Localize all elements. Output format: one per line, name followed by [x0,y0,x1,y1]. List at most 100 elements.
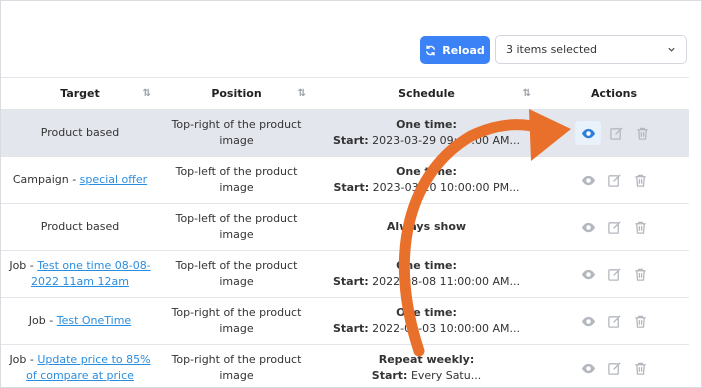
header-actions-label: Actions [591,87,637,100]
sort-icon[interactable]: ⇅ [143,88,151,99]
view-icon[interactable] [577,216,599,238]
sort-icon[interactable]: ⇅ [298,88,306,99]
schedule-start: Start: 2022-08-03 10:00:00 AM... [322,321,531,337]
table-row: Job - Test OneTime Top-right of the prod… [1,297,689,345]
target-cell: Product based [1,109,159,157]
view-icon[interactable] [575,121,601,145]
selection-dropdown[interactable]: 3 items selected [495,35,687,64]
trash-icon[interactable] [629,169,651,191]
view-icon[interactable] [577,357,599,379]
position-cell: Top-left of the product image [159,250,314,298]
schedule-title: One time: [396,165,457,178]
refresh-icon [426,44,436,56]
header-position-label: Position [211,87,262,100]
target-text: Job - [9,353,38,366]
actions-cell [539,344,689,387]
target-cell: Job - Update price to 85% of compare at … [1,344,159,387]
header-actions: Actions [539,77,689,110]
position-cell: Top-left of the product image [159,156,314,204]
target-text: Job - [28,314,57,327]
target-link[interactable]: Update price to 85% of compare at price [26,353,150,382]
table-row: Job - Update price to 85% of compare at … [1,344,689,387]
app-frame: Reload 3 items selected Target ⇅ Position… [0,0,702,388]
table-header-row: Target ⇅ Position ⇅ Schedule ⇅ Actions [1,77,689,110]
position-text: Top-left of the product image [175,165,298,194]
edit-icon[interactable] [603,310,625,332]
table-row: Campaign - special offer Top-left of the… [1,156,689,204]
edit-icon[interactable] [605,122,627,144]
header-target-label: Target [60,87,100,100]
schedule-title: One time: [396,118,457,131]
schedule-start-label: Start: [333,181,370,194]
schedule-start-value: 2023-03-10 10:00:00 PM... [369,181,520,194]
actions-cell [539,109,689,157]
view-icon[interactable] [577,310,599,332]
edit-icon[interactable] [603,169,625,191]
position-text: Top-right of the product image [171,353,302,382]
schedule-start-value: 2022-08-03 10:00:00 AM... [368,322,520,335]
trash-icon[interactable] [629,263,651,285]
position-text: Top-right of the product image [171,118,302,147]
target-text: Campaign - [12,173,80,186]
target-text: Product based [40,220,120,233]
target-link[interactable]: special offer [80,173,147,186]
position-cell: Top-right of the product image [159,344,314,387]
target-cell: Job - Test OneTime [1,297,159,345]
edit-icon[interactable] [603,263,625,285]
actions-cell [539,250,689,298]
target-cell: Job - Test one time 08-08-2022 11am 12am [1,250,159,298]
schedule-start: Start: 2023-03-29 09:47:00 AM... [322,133,531,149]
target-link[interactable]: Test one time 08-08-2022 11am 12am [31,259,151,288]
schedule-start-label: Start: [332,322,369,335]
trash-icon[interactable] [629,216,651,238]
schedule-cell: One time: Start: 2023-03-10 10:00:00 PM..… [314,156,539,204]
position-cell: Top-right of the product image [159,297,314,345]
header-position[interactable]: Position ⇅ [159,77,314,110]
target-text: Product based [40,126,120,139]
schedule-title: One time: [396,259,457,272]
edit-icon[interactable] [603,357,625,379]
view-icon[interactable] [577,263,599,285]
selection-label: 3 items selected [506,43,598,56]
schedule-title: One time: [396,306,457,319]
actions-cell [539,156,689,204]
schedule-cell: Always show [314,203,539,251]
position-text: Top-right of the product image [171,306,302,335]
reload-label: Reload [442,43,485,57]
reload-button[interactable]: Reload [420,36,490,64]
header-target[interactable]: Target ⇅ [1,77,159,110]
edit-icon[interactable] [603,216,625,238]
header-schedule-label: Schedule [398,87,455,100]
schedule-cell: One time: Start: 2022-08-08 11:00:00 AM..… [314,250,539,298]
labels-table: Target ⇅ Position ⇅ Schedule ⇅ Actions Prod… [1,77,689,387]
schedule-start-label: Start: [332,275,369,288]
position-cell: Top-left of the product image [159,203,314,251]
trash-icon[interactable] [631,122,653,144]
position-cell: Top-right of the product image [159,109,314,157]
schedule-start: Start: 2022-08-08 11:00:00 AM... [322,274,531,290]
table-row: Product based Top-right of the product i… [1,109,689,157]
target-link[interactable]: Test OneTime [57,314,131,327]
schedule-start-value: 2022-08-08 11:00:00 AM... [368,275,520,288]
view-icon[interactable] [577,169,599,191]
schedule-start-value: 2023-03-29 09:47:00 AM... [368,134,520,147]
schedule-start: Start: 2023-03-10 10:00:00 PM... [322,180,531,196]
target-cell: Campaign - special offer [1,156,159,204]
toolbar: Reload 3 items selected [1,1,701,77]
actions-cell [539,203,689,251]
position-text: Top-left of the product image [175,259,298,288]
trash-icon[interactable] [629,310,651,332]
schedule-cell: One time: Start: 2023-03-29 09:47:00 AM..… [314,109,539,157]
chevron-down-icon [668,47,675,52]
header-schedule[interactable]: Schedule ⇅ [314,77,539,110]
schedule-start-value: Every Satu... [407,369,482,382]
schedule-title: Repeat weekly: [378,353,475,366]
table-row: Job - Test one time 08-08-2022 11am 12am… [1,250,689,298]
target-cell: Product based [1,203,159,251]
sort-icon[interactable]: ⇅ [523,88,531,99]
schedule-start: Start: Every Satu... [322,368,531,384]
schedule-cell: Repeat weekly: Start: Every Satu... [314,344,539,387]
schedule-start-label: Start: [371,369,408,382]
trash-icon[interactable] [629,357,651,379]
table-row: Product based Top-left of the product im… [1,203,689,251]
